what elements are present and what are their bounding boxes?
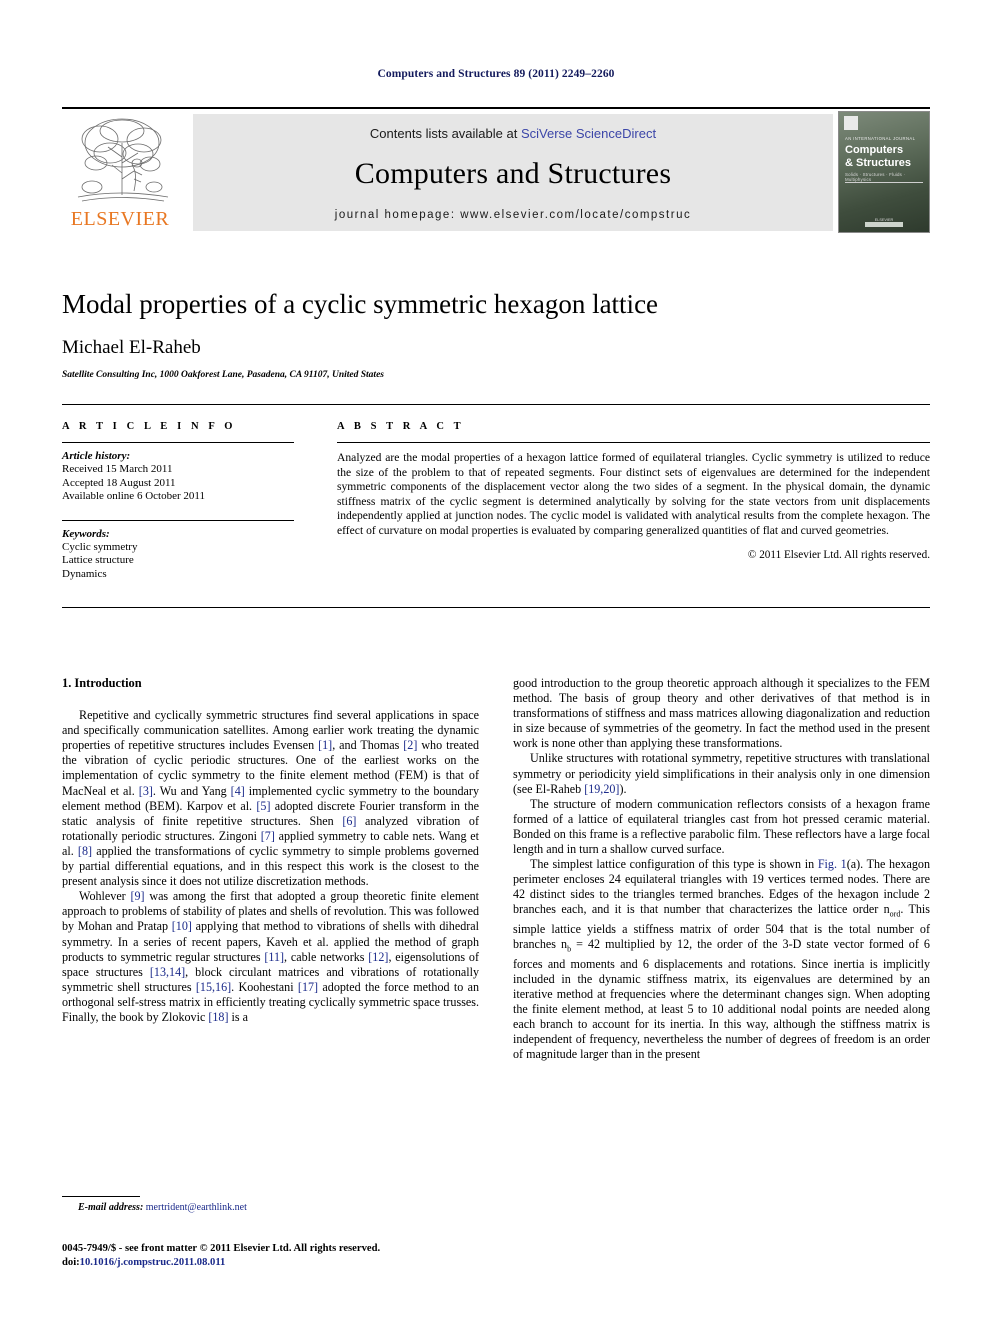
body-paragraph: good introduction to the group theoretic… [513,676,930,751]
elsevier-wordmark: ELSEVIER [70,208,170,230]
article-info-column: A R T I C L E I N F O Article history: R… [62,421,294,581]
info-band-top-rule [62,404,930,405]
cover-name-line2: & Structures [845,157,912,169]
cover-journal-name: Computers & Structures [845,144,924,170]
cover-divider [845,182,923,183]
email-label: E-mail address: [78,1202,144,1213]
abstract-text: Analyzed are the modal properties of a h… [337,451,930,537]
article-history-received: Received 15 March 2011 [62,463,173,476]
keyword-item: Dynamics [62,567,107,580]
article-history-online: Available online 6 October 2011 [62,490,205,503]
doi-label: doi: [62,1257,80,1268]
body-column-left: 1. Introduction Repetitive and cyclicall… [62,676,479,1025]
masthead-grey-band: Contents lists available at SciVerse Sci… [193,114,833,231]
contents-available-line: Contents lists available at SciVerse Sci… [193,126,833,141]
section-title-introduction: 1. Introduction [62,676,142,690]
issn-line: 0045-7949/$ - see front matter © 2011 El… [62,1243,381,1254]
footnote-rule [62,1196,140,1197]
elsevier-tree-icon [77,118,169,202]
article-page: Computers and Structures 89 (2011) 2249–… [0,0,992,1323]
article-history-label: Article history: [62,450,131,462]
abstract-copyright: © 2011 Elsevier Ltd. All rights reserved… [747,548,930,561]
journal-homepage-link[interactable]: journal homepage: www.elsevier.com/locat… [193,209,833,221]
journal-masthead: ELSEVIER Contents lists available at Sci… [62,107,930,233]
running-head: Computers and Structures 89 (2011) 2249–… [377,68,615,80]
doi-link[interactable]: 10.1016/j.compstruc.2011.08.011 [80,1257,226,1268]
cover-footer-text: ELSEVIER [874,218,894,222]
author-name: Michael El-Raheb [62,337,201,358]
keyword-item: Cyclic symmetry [62,541,138,554]
abstract-heading: A B S T R A C T [337,421,465,432]
body-paragraph: Unlike structures with rotational symmet… [513,751,930,796]
info-band-bottom-rule [62,607,930,608]
body-paragraph: The simplest lattice configuration of th… [513,857,931,1062]
cover-subtitle: Solids · Structures · Fluids · Multiphys… [845,172,906,182]
article-history-accepted: Accepted 18 August 2011 [62,476,176,489]
article-info-heading: A R T I C L E I N F O [62,421,237,432]
article-info-rule-2 [62,519,294,521]
article-info-rule-1 [62,442,294,443]
cover-elsevier-mark-icon [844,116,858,130]
body-column-right: good introduction to the group theoretic… [513,676,930,1062]
keywords-label: Keywords: [62,527,110,540]
keyword-item: Lattice structure [62,554,134,567]
journal-cover-thumbnail[interactable]: AN INTERNATIONAL JOURNAL Computers & Str… [838,111,930,233]
sciencedirect-link[interactable]: SciVerse ScienceDirect [521,126,656,141]
email-link[interactable]: mertrident@earthlink.net [146,1202,247,1213]
body-paragraph: The structure of modern communication re… [513,796,930,857]
elsevier-logo: ELSEVIER [64,113,176,231]
footnote-email: E-mail address: mertrident@earthlink.net [78,1202,247,1213]
abstract-column: A B S T R A C T Analyzed are the modal p… [337,421,930,561]
body-paragraph: Repetitive and cyclically symmetric stru… [62,708,480,889]
masthead-top-rule [62,107,930,109]
abstract-rule [337,442,930,443]
contents-prefix-text: Contents lists available at [369,126,521,141]
journal-title: Computers and Structures [354,157,672,190]
author-affiliation: Satellite Consulting Inc, 1000 Oakforest… [62,370,384,380]
footer-issn-block: 0045-7949/$ - see front matter © 2011 El… [62,1242,492,1270]
cover-name-line1: Computers [845,144,904,156]
body-paragraph: Wohlever [9] was among the first that ad… [62,889,480,1024]
page-title: Modal properties of a cyclic symmetric h… [62,289,659,319]
cover-supertext: AN INTERNATIONAL JOURNAL [845,136,916,141]
